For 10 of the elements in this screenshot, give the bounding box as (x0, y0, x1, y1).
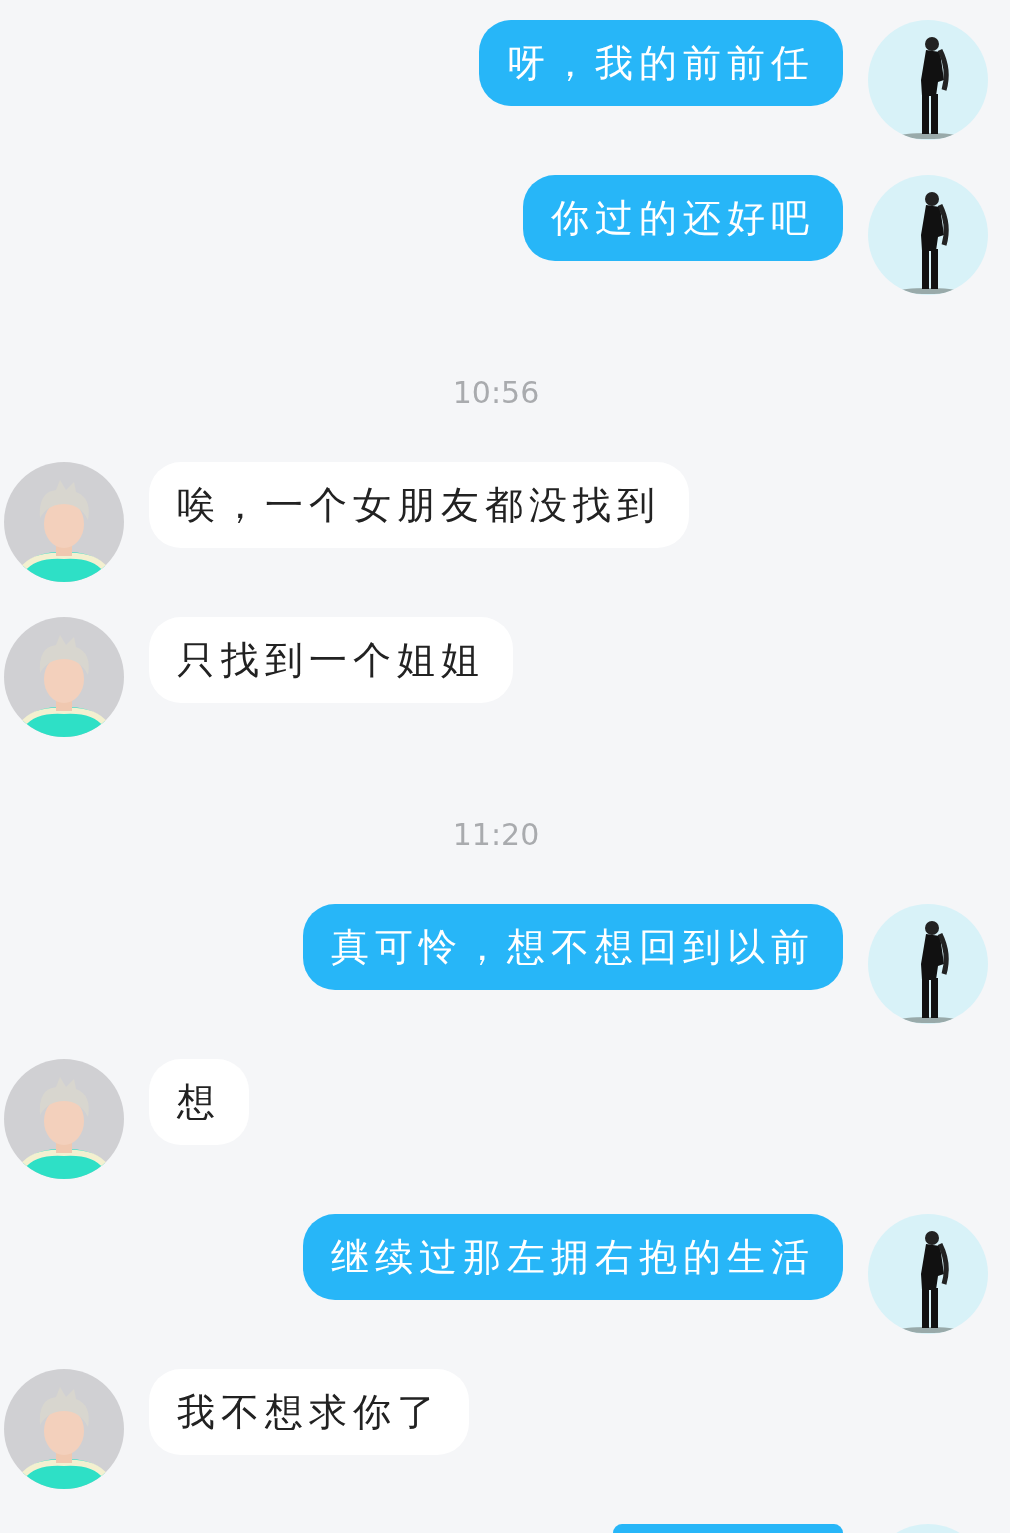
message-bubble: 真可怜，想不想回到以前 (303, 904, 843, 990)
message-bubble: 唉，一个女朋友都没找到 (149, 462, 689, 548)
timestamp: 10:56 (452, 374, 540, 412)
message-bubble: 我不想求你了 (149, 1369, 469, 1455)
message-bubble: 继续过那左拥右抱的生活 (303, 1214, 843, 1300)
message-bubble: 想 (149, 1059, 249, 1145)
message-bubble: 只找到一个姐姐 (149, 617, 513, 703)
message-bubble: 呀，我的前前任 (479, 20, 843, 106)
timestamp: 11:20 (452, 816, 540, 854)
message-bubble: 你过的还好吧 (523, 175, 843, 261)
